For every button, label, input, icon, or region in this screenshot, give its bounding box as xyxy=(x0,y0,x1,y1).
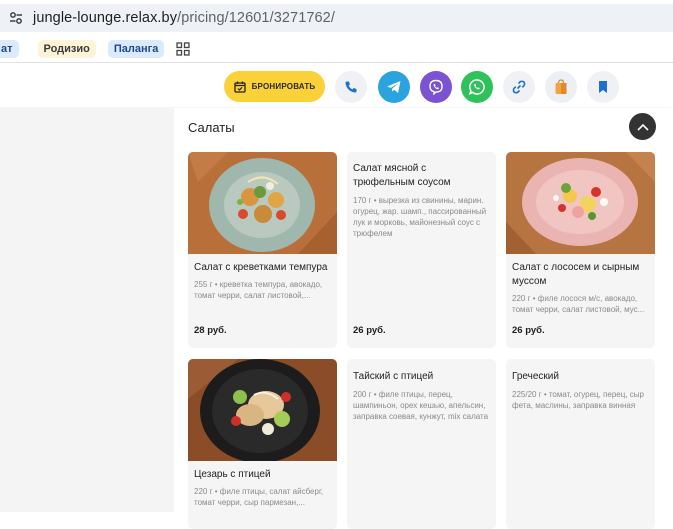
telegram-button[interactable] xyxy=(378,71,410,103)
telegram-icon xyxy=(387,81,401,93)
bookmarks-bar: ат Родизио Паланга xyxy=(0,36,673,63)
dish-card[interactable]: Салат с лососем и сырным муссом 220 г • … xyxy=(506,152,655,348)
scroll-up-button[interactable] xyxy=(629,113,656,140)
site-header: БРОНИРОВАТЬ xyxy=(0,63,673,107)
dish-card[interactable]: Греческий 225/20 г • томат, огурец, пере… xyxy=(506,359,655,529)
site-settings-icon[interactable] xyxy=(7,9,25,27)
dish-name: Греческий xyxy=(512,371,559,382)
bookmark-icon xyxy=(599,81,607,93)
book-button[interactable]: БРОНИРОВАТЬ xyxy=(224,71,325,102)
whatsapp-button[interactable] xyxy=(461,71,493,103)
whatsapp-icon xyxy=(468,79,485,95)
link-icon xyxy=(512,80,526,94)
save-bookmark-button[interactable] xyxy=(587,71,619,103)
dish-card[interactable]: Тайский с птицей 200 г • филе птицы, пер… xyxy=(347,359,496,529)
viber-button[interactable] xyxy=(420,71,452,103)
bookmark-item[interactable]: ат xyxy=(0,40,19,58)
dish-name: Салат с лососем и сырным муссом xyxy=(512,262,640,287)
dish-description: 170 г • вырезка из свинины, марин. огуре… xyxy=(353,196,487,238)
book-button-label: БРОНИРОВАТЬ xyxy=(251,82,316,91)
shop-button[interactable] xyxy=(545,71,577,103)
phone-icon xyxy=(345,81,357,93)
dish-price: 26 руб. xyxy=(512,325,545,336)
bookmark-item-rodizio[interactable]: Родизио xyxy=(37,40,96,58)
url-host: jungle-lounge.relax.by xyxy=(33,10,178,26)
bag-icon xyxy=(555,79,567,94)
left-sidebar xyxy=(0,108,174,512)
share-link-button[interactable] xyxy=(503,71,535,103)
apps-grid-icon[interactable] xyxy=(176,42,190,56)
dish-name: Салат с креветками темпура xyxy=(194,262,328,273)
url-path: /pricing/12601/3271762/ xyxy=(177,10,335,26)
dish-card[interactable]: Салат с креветками темпура 255 г • креве… xyxy=(188,152,337,348)
dish-description: 220 г • филе лосося м/с, авокадо, томат … xyxy=(512,294,645,314)
dish-name: Тайский с птицей xyxy=(353,371,434,382)
chevron-up-icon xyxy=(636,123,649,131)
dish-card[interactable]: Салат мясной с трюфельным соусом 170 г •… xyxy=(347,152,496,348)
phone-button[interactable] xyxy=(335,71,367,103)
dish-description: 255 г • креветка темпура, авокадо, томат… xyxy=(194,280,323,300)
dish-card[interactable]: Цезарь с птицей 220 г • филе птицы, сала… xyxy=(188,359,337,529)
dish-price: 28 руб. xyxy=(194,325,227,336)
dish-photo-caesar-salad xyxy=(188,359,337,461)
dish-description: 225/20 г • томат, огурец, перец, сыр фет… xyxy=(512,390,644,410)
dish-name: Цезарь с птицей xyxy=(194,469,271,480)
address-bar[interactable]: jungle-lounge.relax.by/pricing/12601/327… xyxy=(0,4,673,32)
url-text: jungle-lounge.relax.by/pricing/12601/327… xyxy=(33,10,335,26)
viber-icon xyxy=(429,79,443,95)
section-title: Салаты xyxy=(188,120,235,135)
dish-price: 26 руб. xyxy=(353,325,386,336)
browser-toolbar: jungle-lounge.relax.by/pricing/12601/327… xyxy=(0,0,673,36)
dish-name: Салат мясной с трюфельным соусом xyxy=(353,163,451,188)
dish-photo-salmon-salad xyxy=(506,152,655,254)
dish-description: 200 г • филе птицы, перец, шампиньон, ор… xyxy=(353,390,489,421)
dish-photo-shrimp-salad xyxy=(188,152,337,254)
bookmark-item-palanga[interactable]: Паланга xyxy=(107,40,165,58)
calendar-icon xyxy=(233,81,246,93)
dish-description: 220 г • филе птицы, салат айсберг, томат… xyxy=(194,487,324,507)
